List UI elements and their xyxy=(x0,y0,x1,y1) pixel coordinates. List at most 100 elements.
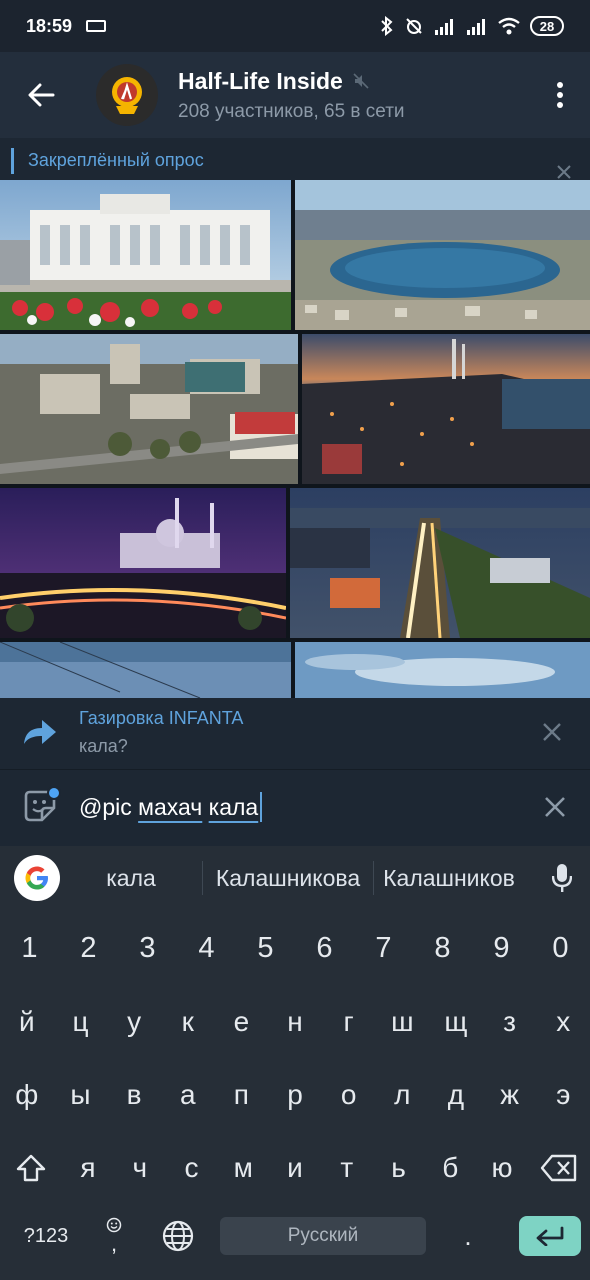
key-letter[interactable]: ф xyxy=(0,1065,54,1125)
status-bar: 18:59 28 xyxy=(0,0,590,52)
key-letter[interactable]: я xyxy=(62,1138,114,1198)
key-letter[interactable]: т xyxy=(321,1138,373,1198)
microphone-icon[interactable] xyxy=(552,863,572,893)
key-letter[interactable]: э xyxy=(536,1065,590,1125)
key-letter[interactable]: с xyxy=(166,1138,218,1198)
inline-photo-results xyxy=(0,180,590,698)
keyboard-bottom-row: ?123 , Русский . xyxy=(0,1206,590,1266)
key-letter[interactable]: з xyxy=(483,992,537,1052)
close-pinned-icon[interactable] xyxy=(556,164,572,180)
key-letter[interactable]: р xyxy=(268,1065,322,1125)
key-letter[interactable]: у xyxy=(107,992,161,1052)
lambda-logo-icon xyxy=(112,77,142,114)
onscreen-keyboard: 1 2 3 4 5 6 7 8 9 0 й ц у к е н г ш щ з … xyxy=(0,910,590,1280)
pinned-message-bar[interactable]: Закреплённый опрос xyxy=(0,138,590,182)
reply-preview-bar[interactable]: Газировка INFANTA кала? xyxy=(0,698,590,770)
photo-sky-clouds[interactable] xyxy=(295,642,590,698)
period-key[interactable]: . xyxy=(426,1206,510,1266)
key-letter[interactable]: о xyxy=(322,1065,376,1125)
key-letter[interactable]: ч xyxy=(114,1138,166,1198)
key-letter[interactable]: д xyxy=(429,1065,483,1125)
key-letter[interactable]: б xyxy=(424,1138,476,1198)
key-letter[interactable]: щ xyxy=(429,992,483,1052)
key-2[interactable]: 2 xyxy=(59,918,118,978)
alarm-off-icon xyxy=(406,18,422,34)
key-letter[interactable]: а xyxy=(161,1065,215,1125)
key-letter[interactable]: н xyxy=(268,992,322,1052)
keyboard-letter-row-1: й ц у к е н г ш щ з х xyxy=(0,992,590,1052)
key-9[interactable]: 9 xyxy=(472,918,531,978)
key-letter[interactable]: п xyxy=(215,1065,269,1125)
key-7[interactable]: 7 xyxy=(354,918,413,978)
emoji-comma-key[interactable]: , xyxy=(92,1206,136,1266)
photo-city-panorama-blue[interactable] xyxy=(0,642,291,698)
key-letter[interactable]: ь xyxy=(373,1138,425,1198)
enter-icon xyxy=(536,1226,564,1246)
key-letter[interactable]: х xyxy=(536,992,590,1052)
status-time: 18:59 xyxy=(26,15,73,36)
wifi-icon xyxy=(498,17,520,35)
backspace-key[interactable] xyxy=(528,1138,590,1198)
key-letter[interactable]: е xyxy=(215,992,269,1052)
suggestion-1[interactable]: кала xyxy=(60,865,202,892)
photo-mosque-night[interactable] xyxy=(0,488,286,638)
back-button[interactable] xyxy=(0,52,82,138)
key-letter[interactable]: м xyxy=(217,1138,269,1198)
google-button[interactable] xyxy=(14,855,60,901)
keyboard-letter-row-2: ф ы в а п р о л д ж э xyxy=(0,1065,590,1125)
key-letter[interactable]: ы xyxy=(54,1065,108,1125)
input-word-2: кала xyxy=(208,793,259,820)
photo-avenue-night-traffic[interactable] xyxy=(290,488,590,638)
chat-subtitle: 208 участников, 65 в сети xyxy=(178,100,405,122)
keyboard-number-row: 1 2 3 4 5 6 7 8 9 0 xyxy=(0,918,590,978)
key-0[interactable]: 0 xyxy=(531,918,590,978)
signal-icon-1 xyxy=(435,19,453,35)
key-letter[interactable]: й xyxy=(0,992,54,1052)
more-vertical-icon xyxy=(557,82,563,108)
keyboard-letter-row-3: я ч с м и т ь б ю xyxy=(0,1138,590,1198)
key-letter[interactable]: и xyxy=(269,1138,321,1198)
key-letter[interactable]: г xyxy=(322,992,376,1052)
key-letter[interactable]: в xyxy=(107,1065,161,1125)
key-4[interactable]: 4 xyxy=(177,918,236,978)
photo-city-street-aerial[interactable] xyxy=(0,334,298,484)
close-reply-icon[interactable] xyxy=(542,722,562,742)
globe-icon xyxy=(162,1220,194,1252)
photo-city-lake-aerial[interactable] xyxy=(295,180,590,330)
key-1[interactable]: 1 xyxy=(0,918,59,978)
symbols-key[interactable]: ?123 xyxy=(0,1206,92,1266)
shift-key[interactable] xyxy=(0,1138,62,1198)
google-logo-icon xyxy=(25,866,48,890)
reply-message-text: кала? xyxy=(79,736,128,756)
enter-key[interactable] xyxy=(510,1206,590,1266)
clear-input-icon[interactable] xyxy=(544,796,566,818)
key-6[interactable]: 6 xyxy=(295,918,354,978)
key-letter[interactable]: л xyxy=(375,1065,429,1125)
key-5[interactable]: 5 xyxy=(236,918,295,978)
signal-icon-2 xyxy=(467,19,485,35)
pinned-label: Закреплённый опрос xyxy=(28,150,204,170)
backspace-icon xyxy=(540,1154,577,1182)
message-input-bar: @pic махач кала xyxy=(0,770,590,846)
suggestion-2[interactable]: Калашникова xyxy=(203,865,373,892)
message-input[interactable]: @pic махач кала xyxy=(79,792,263,822)
language-key[interactable] xyxy=(136,1206,220,1266)
space-key[interactable]: Русский xyxy=(220,1206,426,1266)
photo-coastal-city-dusk[interactable] xyxy=(302,334,590,484)
key-3[interactable]: 3 xyxy=(118,918,177,978)
key-letter[interactable]: ц xyxy=(54,992,108,1052)
chat-title-block[interactable]: Half-Life Inside 208 участников, 65 в се… xyxy=(178,68,405,123)
key-letter[interactable]: к xyxy=(161,992,215,1052)
chat-header: Half-Life Inside 208 участников, 65 в се… xyxy=(0,52,590,138)
key-letter[interactable]: ю xyxy=(476,1138,528,1198)
photo-government-building[interactable] xyxy=(0,180,291,330)
key-8[interactable]: 8 xyxy=(413,918,472,978)
key-letter[interactable]: ш xyxy=(375,992,429,1052)
suggestion-3[interactable]: Калашников xyxy=(374,865,524,892)
more-options-button[interactable] xyxy=(530,52,590,138)
text-cursor xyxy=(260,792,263,822)
status-icons: 28 xyxy=(380,16,564,36)
key-letter[interactable]: ж xyxy=(483,1065,537,1125)
arrow-left-icon xyxy=(28,83,55,107)
avatar[interactable] xyxy=(96,64,158,126)
